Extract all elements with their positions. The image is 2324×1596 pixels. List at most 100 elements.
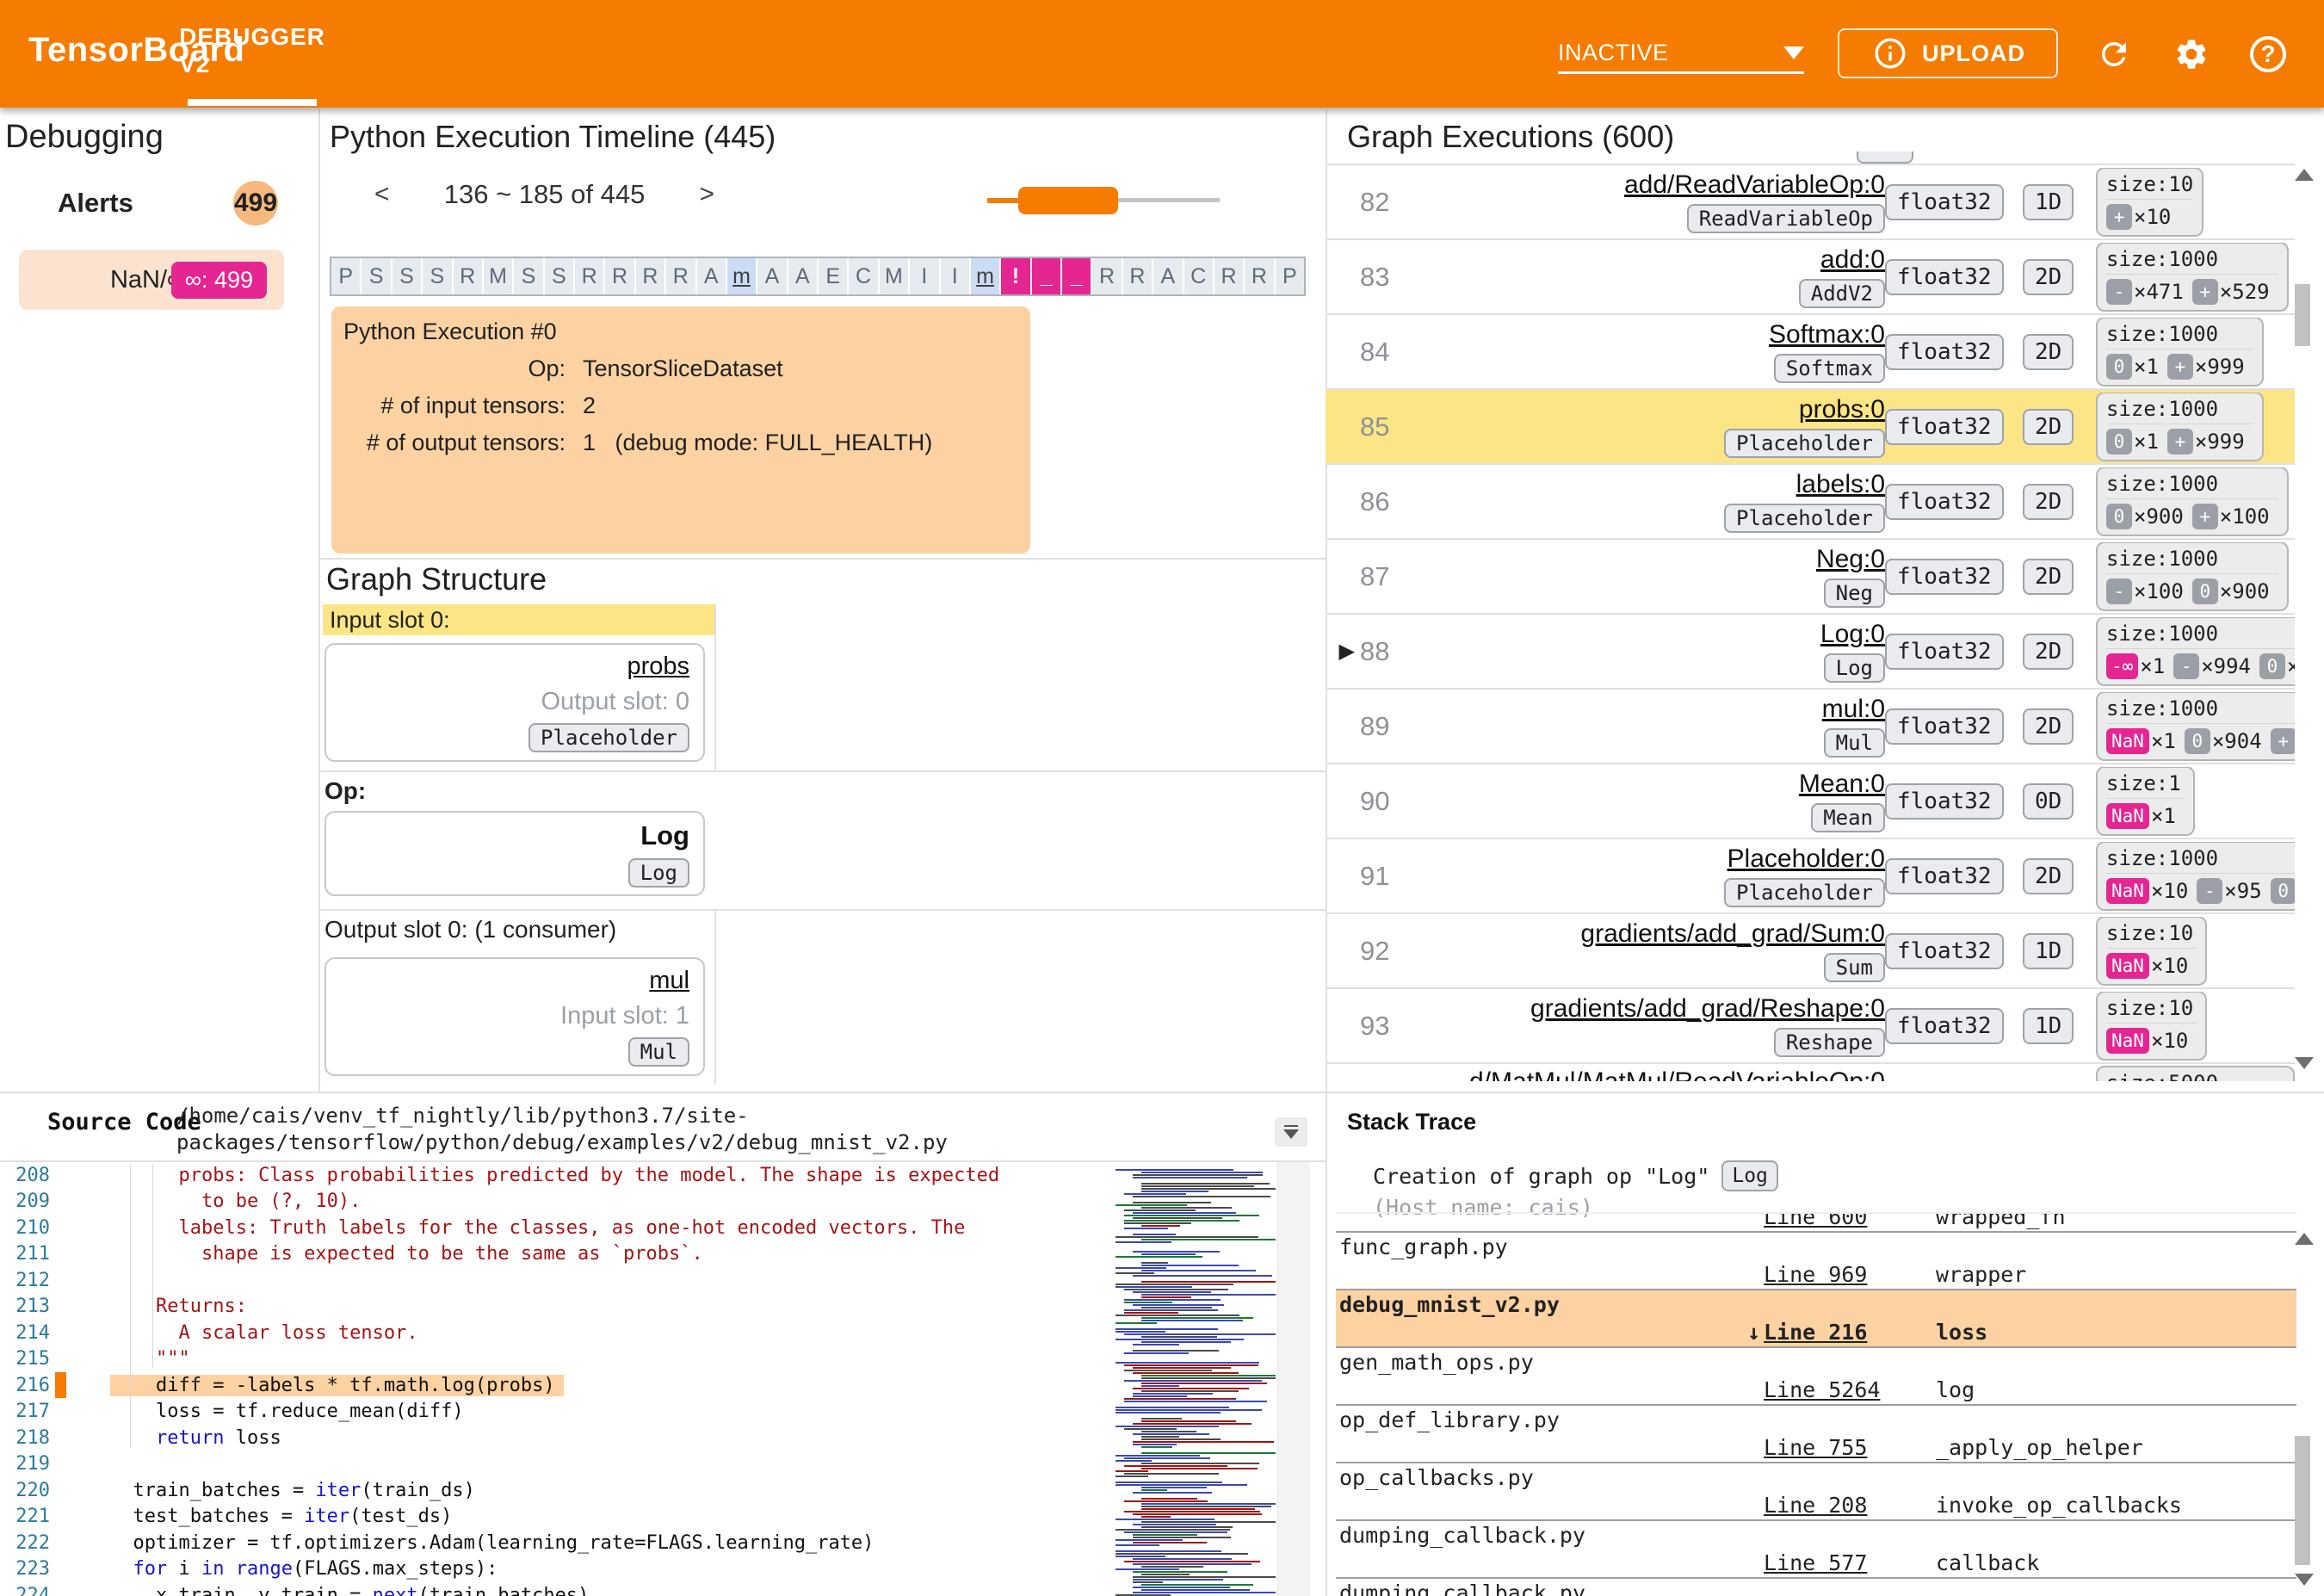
stack-frame-line[interactable]: Line 969 wrapper xyxy=(1336,1260,2296,1289)
line-link[interactable]: Line 5264 xyxy=(1764,1377,1906,1402)
line-link[interactable]: Line 208 xyxy=(1764,1493,1906,1518)
graph-execution-row[interactable]: 82 add/ReadVariableOp:0 ReadVariableOp f… xyxy=(1326,165,2295,240)
graph-execution-row[interactable]: 91 Placeholder:0 Placeholder float32 2D … xyxy=(1326,839,2295,914)
stack-frame-line[interactable]: Line 208 invoke_op_callbacks xyxy=(1336,1491,2296,1519)
timeline-cell[interactable]: P xyxy=(1275,258,1304,294)
code-line[interactable]: 208 probs: Class probabilities predicted… xyxy=(0,1162,1110,1189)
alerts-row[interactable]: Alerts 499 xyxy=(0,177,318,229)
graph-execution-row[interactable]: 92 gradients/add_grad/Sum:0 Sum float32 … xyxy=(1326,914,2295,989)
timeline-cell[interactable]: R xyxy=(1122,258,1154,294)
graph-execution-row[interactable]: 85 probs:0 Placeholder float32 2D size:1… xyxy=(1326,390,2295,465)
line-link[interactable]: Line 600 xyxy=(1764,1214,1906,1229)
timeline-cell[interactable]: R xyxy=(453,258,484,294)
code-line[interactable]: 212 xyxy=(0,1267,1110,1294)
upload-button[interactable]: UPLOAD xyxy=(1838,28,2058,78)
pager-next-button[interactable]: > xyxy=(691,180,724,209)
alert-type-row[interactable]: NaN/∞ ∞: 499 xyxy=(19,250,284,310)
timeline-cell[interactable]: P xyxy=(331,258,362,294)
timeline-cell[interactable]: S xyxy=(423,258,454,294)
timeline-cell[interactable]: R xyxy=(575,258,606,294)
graph-executions-scrollbar[interactable] xyxy=(2295,284,2310,346)
timeline-cell[interactable]: R xyxy=(635,258,667,294)
stack-frame-line[interactable]: Line 755 _apply_op_helper xyxy=(1336,1433,2296,1462)
graph-execution-row[interactable]: 83 add:0 AddV2 float32 2D size:1000 - ×4… xyxy=(1326,240,2295,315)
timeline-cell[interactable]: I xyxy=(940,258,971,294)
input-op-link[interactable]: probs xyxy=(627,653,689,681)
stack-trace-scrollbar[interactable] xyxy=(2295,1436,2310,1565)
code-line[interactable]: 209 to be (?, 10). xyxy=(0,1189,1110,1216)
timeline-cell[interactable]: A xyxy=(757,258,788,294)
timeline-cell[interactable]: m xyxy=(970,258,1002,294)
op-name-link[interactable]: gradients/add_grad/Sum:0 xyxy=(1580,919,1885,949)
input-op-card[interactable]: probs Output slot: 0 Placeholder xyxy=(324,643,705,762)
help-icon[interactable]: ? xyxy=(2248,34,2288,74)
op-name-link[interactable]: add/ReadVariableOp:0 xyxy=(1624,170,1885,200)
timeline-cell[interactable]: C xyxy=(1184,258,1215,294)
op-name-link[interactable]: Neg:0 xyxy=(1816,545,1885,574)
timeline-cell[interactable]: I xyxy=(910,258,941,294)
timeline-slider-thumb[interactable] xyxy=(1018,187,1118,214)
timeline-cell[interactable]: S xyxy=(362,258,392,294)
scrollbar-up-arrow[interactable] xyxy=(2295,1233,2314,1245)
tab-debugger-v2[interactable]: DEBUGGER V2 xyxy=(179,0,324,102)
timeline-cell[interactable]: _ xyxy=(1031,258,1062,294)
code-editor[interactable]: 208 probs: Class probabilities predicted… xyxy=(0,1162,1110,1596)
op-name-link[interactable]: labels:0 xyxy=(1796,470,1885,499)
line-link[interactable]: Line 755 xyxy=(1764,1435,1906,1460)
refresh-icon[interactable] xyxy=(2094,34,2134,74)
run-status-dropdown[interactable]: INACTIVE xyxy=(1558,34,1804,74)
scrollbar-up-arrow[interactable] xyxy=(2295,169,2314,181)
code-line[interactable]: 219 xyxy=(0,1451,1110,1478)
stack-frame-line[interactable]: ↓ Line 216 loss xyxy=(1336,1318,2296,1346)
op-name-link[interactable]: gradients/add_grad/Reshape:0 xyxy=(1530,994,1885,1024)
line-link[interactable]: Line 577 xyxy=(1764,1550,1906,1575)
settings-gear-icon[interactable] xyxy=(2172,34,2211,74)
scrollbar-down-arrow[interactable] xyxy=(2295,1057,2314,1069)
code-minimap[interactable] xyxy=(1112,1166,1276,1596)
code-line[interactable]: 223 for i in range(FLAGS.max_steps): xyxy=(0,1556,1110,1583)
graph-execution-row[interactable]: 89 mul:0 Mul float32 2D size:1000 NaN ×1… xyxy=(1326,690,2295,764)
stack-frame-line[interactable]: Line 577 callback xyxy=(1336,1549,2296,1577)
consumer-op-link[interactable]: mul xyxy=(649,967,689,995)
timeline-cell[interactable]: M xyxy=(879,258,911,294)
timeline-cell[interactable]: S xyxy=(392,258,423,294)
timeline-cell[interactable]: A xyxy=(1153,258,1184,294)
code-line[interactable]: 215 """ xyxy=(0,1346,1110,1373)
op-name-link[interactable]: add:0 xyxy=(1820,245,1885,275)
timeline-cell[interactable]: R xyxy=(666,258,697,294)
graph-execution-row[interactable]: 87 Neg:0 Neg float32 2D size:1000 - ×100… xyxy=(1326,540,2295,615)
code-line[interactable]: 213 Returns: xyxy=(0,1294,1110,1321)
graph-execution-row[interactable]: 84 Softmax:0 Softmax float32 2D size:100… xyxy=(1326,315,2295,390)
code-line[interactable]: 210 labels: Truth labels for the classes… xyxy=(0,1215,1110,1241)
code-line[interactable]: 222 optimizer = tf.optimizers.Adam(learn… xyxy=(0,1530,1110,1556)
timeline-cell[interactable]: R xyxy=(605,258,636,294)
op-name-link[interactable]: Softmax:0 xyxy=(1769,320,1885,350)
graph-execution-row[interactable]: ▶ 88 Log:0 Log float32 2D size:1000 -∞ ×… xyxy=(1326,615,2295,690)
timeline-cell[interactable]: E xyxy=(819,258,850,294)
line-link[interactable]: Line 216 xyxy=(1764,1320,1906,1345)
graph-execution-row[interactable]: 90 Mean:0 Mean float32 0D size:1 NaN ×1 xyxy=(1326,764,2295,839)
code-line[interactable]: 224 x_train, y_train = next(train_batche… xyxy=(0,1582,1110,1596)
timeline-cell[interactable]: _ xyxy=(1062,258,1093,294)
op-name-link[interactable]: Log:0 xyxy=(1820,620,1885,649)
timeline-cell[interactable]: R xyxy=(1245,258,1276,294)
timeline-cell[interactable]: A xyxy=(696,258,727,294)
collapse-editor-button[interactable] xyxy=(1275,1117,1307,1147)
code-line[interactable]: 216 diff = -labels * tf.math.log(probs) xyxy=(0,1372,1110,1399)
code-line[interactable]: 214 A scalar loss tensor. xyxy=(0,1320,1110,1346)
graph-execution-row[interactable]: 86 labels:0 Placeholder float32 2D size:… xyxy=(1326,465,2295,540)
timeline-cell[interactable]: M xyxy=(483,258,515,294)
stack-frame-line[interactable]: Line 5264 log xyxy=(1336,1376,2296,1404)
scrollbar-down-arrow[interactable] xyxy=(2295,1574,2314,1586)
graph-execution-row[interactable]: 93 gradients/add_grad/Reshape:0 Reshape … xyxy=(1326,989,2295,1064)
stack-frame-line[interactable]: Line 600 wrapped_fn xyxy=(1336,1214,2296,1231)
op-name-link[interactable]: d/MatMul/MatMul/ReadVariableOp:0 xyxy=(1469,1067,1885,1081)
timeline-cell[interactable]: R xyxy=(1214,258,1245,294)
op-name-link[interactable]: mul:0 xyxy=(1822,695,1885,724)
code-line[interactable]: 211 shape is expected to be the same as … xyxy=(0,1241,1110,1268)
line-link[interactable]: Line 969 xyxy=(1764,1262,1906,1287)
timeline-cell[interactable]: S xyxy=(514,258,545,294)
graph-execution-row-partial[interactable]: d/MatMul/MatMul/ReadVariableOp:0 size:50… xyxy=(1326,1064,2295,1081)
op-name-link[interactable]: Placeholder:0 xyxy=(1728,844,1885,874)
pager-prev-button[interactable]: < xyxy=(366,180,399,209)
